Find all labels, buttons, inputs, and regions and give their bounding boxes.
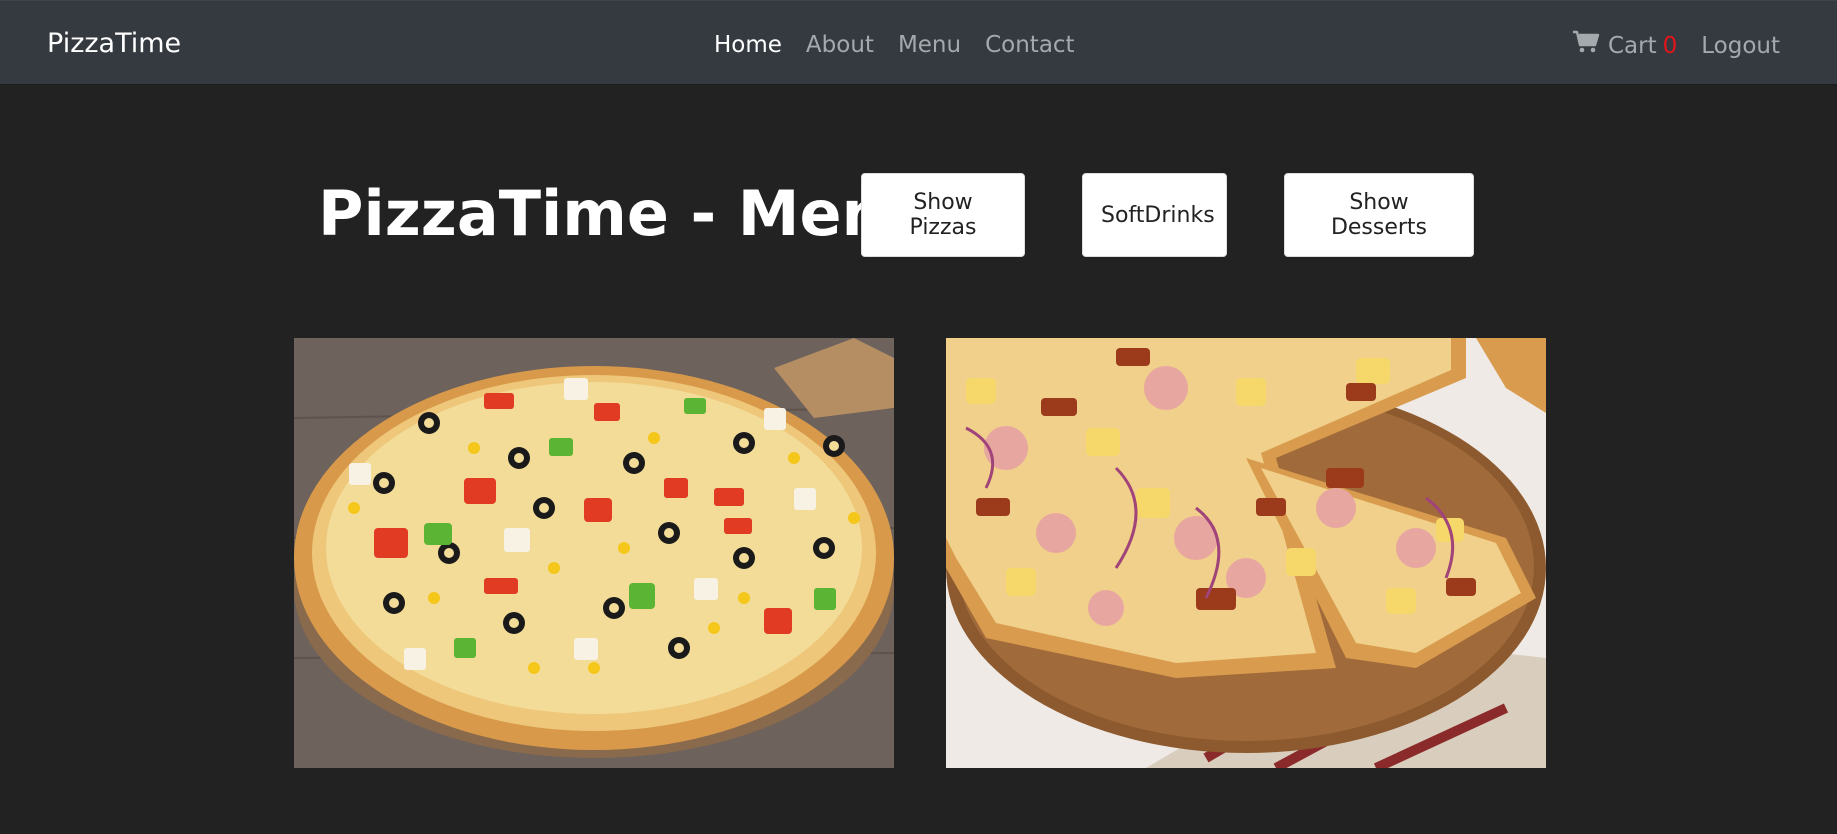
show-pizzas-button[interactable]: Show Pizzas [861, 173, 1025, 257]
cart-link[interactable]: Cart 0 [1572, 30, 1677, 62]
nav-link-menu[interactable]: Menu [898, 30, 961, 60]
hawaiian-pizza-photo [946, 338, 1546, 768]
brand-logo-link[interactable]: PizzaTime [47, 27, 181, 61]
show-desserts-button[interactable]: Show Desserts [1284, 173, 1474, 257]
product-card[interactable] [294, 338, 894, 768]
cart-label: Cart [1607, 33, 1657, 59]
nav-link-contact[interactable]: Contact [985, 30, 1074, 60]
nav-right: Cart 0 Logout [1572, 30, 1780, 62]
show-softdrinks-button[interactable]: SoftDrinks [1082, 173, 1227, 257]
product-card[interactable] [946, 338, 1546, 768]
vegetable-pizza-photo [294, 338, 894, 768]
navbar: PizzaTime Home About Menu Contact Cart 0… [0, 0, 1837, 85]
page-title: PizzaTime - Menu [318, 177, 930, 250]
shopping-cart-icon [1572, 30, 1608, 62]
nav-links: Home About Menu Contact [714, 30, 1099, 60]
logout-link[interactable]: Logout [1701, 31, 1780, 61]
nav-link-about[interactable]: About [806, 30, 874, 60]
cart-count-badge: 0 [1662, 33, 1678, 59]
nav-link-home[interactable]: Home [714, 30, 782, 60]
